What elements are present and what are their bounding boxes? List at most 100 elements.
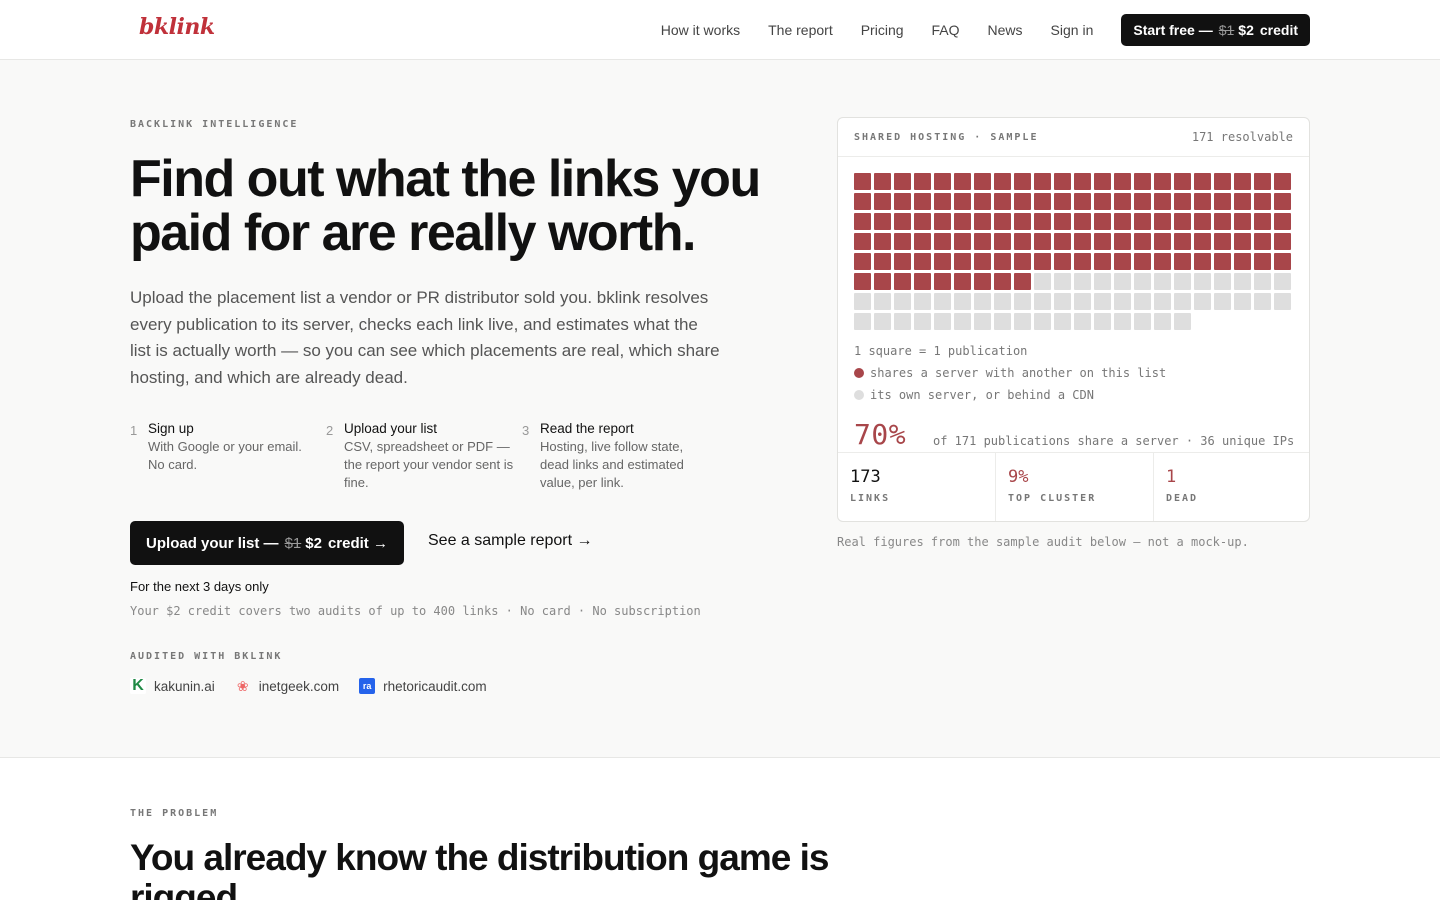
- shared-publication-square: [1014, 273, 1031, 290]
- shared-publication-square: [1094, 233, 1111, 250]
- sample-report-link[interactable]: See a sample report →: [428, 532, 593, 550]
- shared-publication-square: [994, 173, 1011, 190]
- shared-publication-square: [1094, 193, 1111, 210]
- upload-list-button[interactable]: Upload your list — $1 $2 credit →: [130, 521, 404, 565]
- shared-publication-square: [1194, 173, 1211, 190]
- shared-publication-square: [934, 173, 951, 190]
- shared-publication-square: [874, 213, 891, 230]
- shared-publication-square: [994, 253, 1011, 270]
- shared-publication-square: [1114, 253, 1131, 270]
- shared-publication-square: [934, 253, 951, 270]
- own-server-square: [974, 313, 991, 330]
- shared-publication-square: [1134, 213, 1151, 230]
- publication-grid: [854, 173, 1291, 330]
- shared-publication-square: [1074, 233, 1091, 250]
- shared-publication-square: [1234, 213, 1251, 230]
- shared-publication-square: [914, 233, 931, 250]
- nav-link-sign-in[interactable]: Sign in: [1051, 22, 1094, 38]
- shared-publication-square: [1094, 213, 1111, 230]
- own-server-square: [1234, 293, 1251, 310]
- own-server-square: [1074, 273, 1091, 290]
- shared-publication-square: [1234, 233, 1251, 250]
- shared-publication-square: [894, 213, 911, 230]
- shared-publication-square: [934, 273, 951, 290]
- shared-publication-square: [1154, 213, 1171, 230]
- legend-shared-text: shares a server with another on this lis…: [870, 366, 1167, 380]
- shared-publication-square: [1274, 193, 1291, 210]
- own-server-square: [974, 293, 991, 310]
- shared-publication-square: [1214, 213, 1231, 230]
- own-server-square: [934, 313, 951, 330]
- own-server-square: [1134, 313, 1151, 330]
- shared-publication-square: [1154, 253, 1171, 270]
- card-header: SHARED HOSTING · SAMPLE 171 resolvable: [838, 118, 1309, 157]
- shared-publication-square: [1034, 193, 1051, 210]
- own-server-square: [1174, 313, 1191, 330]
- shared-publication-square: [1254, 173, 1271, 190]
- step-text: Hosting, live follow state, dead links a…: [540, 439, 684, 490]
- shared-publication-square: [1114, 173, 1131, 190]
- stat-value: 173: [850, 467, 881, 487]
- nav-link-how-it-works[interactable]: How it works: [661, 22, 740, 38]
- client-inetgeek: ❀ inetgeek.com: [235, 678, 339, 694]
- shared-dot-icon: [854, 368, 864, 378]
- own-server-square: [1234, 273, 1251, 290]
- shared-publication-square: [954, 193, 971, 210]
- shared-publication-square: [1154, 233, 1171, 250]
- own-server-square: [1194, 293, 1211, 310]
- own-server-square: [1214, 293, 1231, 310]
- shared-publication-square: [1274, 173, 1291, 190]
- shared-publication-square: [854, 253, 871, 270]
- logo[interactable]: bklink: [139, 14, 215, 40]
- own-server-square: [1154, 293, 1171, 310]
- own-server-square: [1194, 273, 1211, 290]
- cta-old-price: $1: [1218, 22, 1235, 38]
- nav-link-faq[interactable]: FAQ: [932, 22, 960, 38]
- own-server-square: [1074, 293, 1091, 310]
- own-dot-icon: [854, 390, 864, 400]
- own-server-square: [1094, 293, 1111, 310]
- own-server-square: [934, 293, 951, 310]
- nav-link-pricing[interactable]: Pricing: [861, 22, 904, 38]
- stat-label: LINKS: [850, 493, 891, 504]
- own-server-square: [874, 313, 891, 330]
- own-server-square: [1254, 293, 1271, 310]
- own-server-square: [1054, 273, 1071, 290]
- shared-publication-square: [974, 273, 991, 290]
- shared-publication-square: [1074, 193, 1091, 210]
- shared-publication-square: [854, 213, 871, 230]
- start-free-button[interactable]: Start free — $1 $2 credit: [1121, 14, 1310, 46]
- shared-publication-square: [1234, 173, 1251, 190]
- shared-publication-square: [1074, 213, 1091, 230]
- legend-own-text: its own server, or behind a CDN: [870, 388, 1094, 402]
- legend-scale-text: 1 square = 1 publication: [854, 344, 1028, 358]
- card-caption: Real figures from the sample audit below…: [837, 535, 1249, 549]
- shared-publication-square: [954, 233, 971, 250]
- step-3: 3 Read the report Hosting, live follow s…: [522, 421, 718, 492]
- shared-publication-square: [854, 273, 871, 290]
- own-server-square: [914, 313, 931, 330]
- own-server-square: [894, 313, 911, 330]
- shared-publication-square: [1154, 193, 1171, 210]
- shared-publication-square: [1094, 173, 1111, 190]
- own-server-square: [1094, 313, 1111, 330]
- nav-link-news[interactable]: News: [988, 22, 1023, 38]
- shared-publication-square: [1134, 253, 1151, 270]
- own-server-square: [1174, 293, 1191, 310]
- shared-publication-square: [854, 233, 871, 250]
- stat-links: 173 LINKS: [838, 453, 996, 521]
- own-server-square: [1074, 313, 1091, 330]
- stat-value: 1: [1166, 467, 1177, 487]
- cta-new-price: $2: [1238, 22, 1254, 38]
- hero-eyebrow: BACKLINK INTELLIGENCE: [130, 119, 299, 130]
- nav-link-the-report[interactable]: The report: [768, 22, 833, 38]
- shared-publication-square: [1014, 213, 1031, 230]
- own-server-square: [1114, 313, 1131, 330]
- shared-publication-square: [1034, 253, 1051, 270]
- shared-publication-square: [1054, 193, 1071, 210]
- own-server-square: [1034, 293, 1051, 310]
- own-server-square: [1174, 273, 1191, 290]
- shared-publication-square: [1194, 253, 1211, 270]
- k-logo-icon: K: [130, 677, 146, 694]
- shared-publication-square: [934, 213, 951, 230]
